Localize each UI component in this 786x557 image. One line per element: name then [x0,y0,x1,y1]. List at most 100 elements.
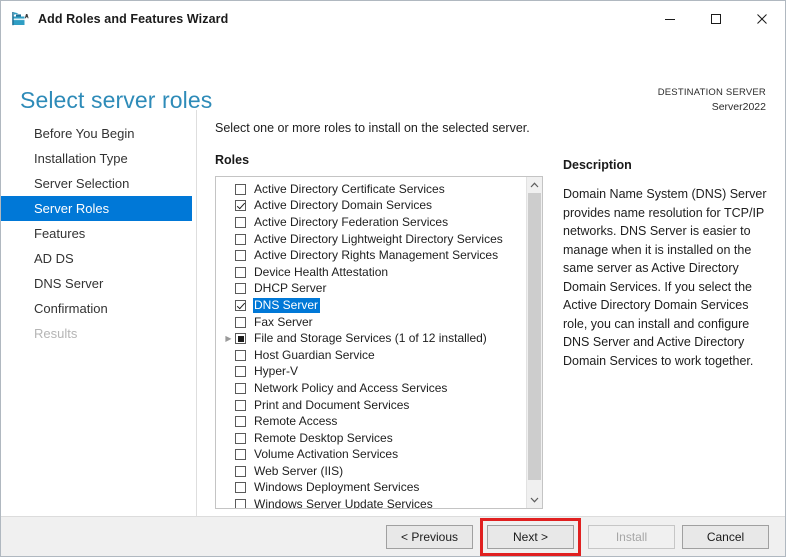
role-checkbox[interactable] [235,183,246,195]
role-list-item[interactable]: ▶ Web Server (IIS) [216,463,526,480]
expander-spacer: ▶ [222,484,235,492]
maximize-icon[interactable] [693,1,739,36]
role-label: Active Directory Federation Services [254,214,449,229]
role-list-item[interactable]: ▶ File and Storage Services (1 of 12 inst… [216,330,526,347]
role-checkbox[interactable] [235,250,246,262]
role-checkbox[interactable] [235,432,246,444]
expander-spacer: ▶ [222,318,235,326]
sidebar-item-label: DNS Server [34,276,104,291]
destination-server-label: DESTINATION SERVER [657,87,766,98]
sidebar-item-label: Installation Type [34,151,128,166]
role-checkbox[interactable] [235,349,246,361]
expander-spacer: ▶ [222,252,235,260]
role-checkbox[interactable] [235,416,246,428]
role-label: Windows Server Update Services [254,497,433,508]
title-bar: Add Roles and Features Wizard [1,1,785,37]
role-list-item[interactable]: ▶ Remote Access [216,413,526,430]
role-label: Active Directory Certificate Services [254,181,445,196]
role-checkbox[interactable] [235,233,246,245]
wizard-body: Before You Begin Installation Type Server … [1,110,785,516]
expander-spacer: ▶ [222,301,235,309]
scrollbar-thumb[interactable] [528,193,541,481]
sidebar-item-before-you-begin[interactable]: Before You Begin [1,121,192,146]
expander-spacer: ▶ [222,268,235,276]
role-checkbox[interactable] [235,465,246,477]
role-checkbox[interactable] [235,366,246,378]
chevron-down-icon[interactable] [527,492,542,508]
instruction-text: Select one or more roles to install on t… [215,121,530,135]
role-checkbox[interactable] [235,482,246,494]
sidebar-item-installation-type[interactable]: Installation Type [1,146,192,171]
roles-scrollbar[interactable] [526,177,542,508]
sidebar-item-features[interactable]: Features [1,221,192,246]
role-list-item[interactable]: ▶ Active Directory Certificate Services [216,181,526,198]
sidebar-item-server-roles[interactable]: Server Roles [1,196,192,221]
sidebar-item-dns-server[interactable]: DNS Server [1,271,192,296]
content-area: Select one or more roles to install on t… [197,110,785,516]
role-list-item[interactable]: ▶ Hyper-V [216,364,526,381]
role-label: Remote Desktop Services [254,430,393,445]
role-list-item[interactable]: ▶ Active Directory Domain Services [216,198,526,215]
description-title: Description [563,158,632,172]
role-checkbox[interactable] [235,333,246,345]
expander-spacer: ▶ [222,418,235,426]
role-label: Active Directory Lightweight Directory S… [254,231,503,246]
role-checkbox[interactable] [235,499,246,508]
role-list-item[interactable]: ▶ DNS Server [216,297,526,314]
next-button-highlight: Next > [480,517,581,556]
role-list-item[interactable]: ▶ Device Health Attestation [216,264,526,281]
page-header: Select server roles DESTINATION SERVER S… [1,37,785,113]
role-list-item[interactable]: ▶ Host Guardian Service [216,347,526,364]
role-label: Active Directory Domain Services [254,198,433,213]
role-checkbox[interactable] [235,449,246,461]
previous-button[interactable]: < Previous [386,524,473,549]
role-list-item[interactable]: ▶ Network Policy and Access Services [216,380,526,397]
install-button-wrap: Install [588,524,675,549]
expand-triangle-icon[interactable]: ▶ [222,334,235,343]
role-checkbox[interactable] [235,299,246,311]
role-list-item[interactable]: ▶ Active Directory Federation Services [216,214,526,231]
roles-label: Roles [215,153,250,167]
role-checkbox[interactable] [235,382,246,394]
role-list-item[interactable]: ▶ Active Directory Rights Management Serv… [216,247,526,264]
role-list-item[interactable]: ▶ Remote Desktop Services [216,430,526,447]
previous-button-wrap: < Previous [386,524,473,549]
role-list-item[interactable]: ▶ Fax Server [216,314,526,331]
role-list-item[interactable]: ▶ DHCP Server [216,281,526,298]
sidebar-item-ad-ds[interactable]: AD DS [1,246,192,271]
role-label: Fax Server [254,314,313,329]
role-checkbox[interactable] [235,216,246,228]
role-checkbox[interactable] [235,399,246,411]
sidebar-item-server-selection[interactable]: Server Selection [1,171,192,196]
roles-listbox[interactable]: ▶ Active Directory Certificate Services ▶ A… [215,176,543,509]
scrollbar-track[interactable] [527,193,542,492]
sidebar-item-confirmation[interactable]: Confirmation [1,296,192,321]
minimize-icon[interactable] [647,1,693,36]
sidebar-item-label: AD DS [34,251,74,266]
role-list-item[interactable]: ▶ Windows Server Update Services [216,496,526,508]
expander-spacer: ▶ [222,434,235,442]
role-checkbox[interactable] [235,316,246,328]
role-label: DHCP Server [254,281,327,296]
role-list-item[interactable]: ▶ Print and Document Services [216,397,526,414]
role-checkbox[interactable] [235,266,246,278]
role-label: Host Guardian Service [254,347,375,362]
description-panel: Description Domain Name System (DNS) Ser… [545,121,785,516]
expander-spacer: ▶ [222,467,235,475]
role-list-item[interactable]: ▶ Volume Activation Services [216,447,526,464]
role-checkbox[interactable] [235,200,246,212]
page-title: Select server roles [20,87,213,113]
sidebar-item-label: Confirmation [34,301,108,316]
add-roles-wizard-window: Add Roles and Features Wizard Select ser… [0,0,786,557]
next-button[interactable]: Next > [487,524,574,549]
close-icon[interactable] [739,1,785,36]
sidebar-item-label: Server Selection [34,176,130,191]
role-label: Print and Document Services [254,397,410,412]
role-checkbox[interactable] [235,283,246,295]
chevron-up-icon[interactable] [527,177,542,193]
role-list-item[interactable]: ▶ Windows Deployment Services [216,480,526,497]
sidebar-item-label: Server Roles [34,201,110,216]
role-label: Windows Deployment Services [254,480,420,495]
role-list-item[interactable]: ▶ Active Directory Lightweight Directory … [216,231,526,248]
cancel-button[interactable]: Cancel [682,524,769,549]
